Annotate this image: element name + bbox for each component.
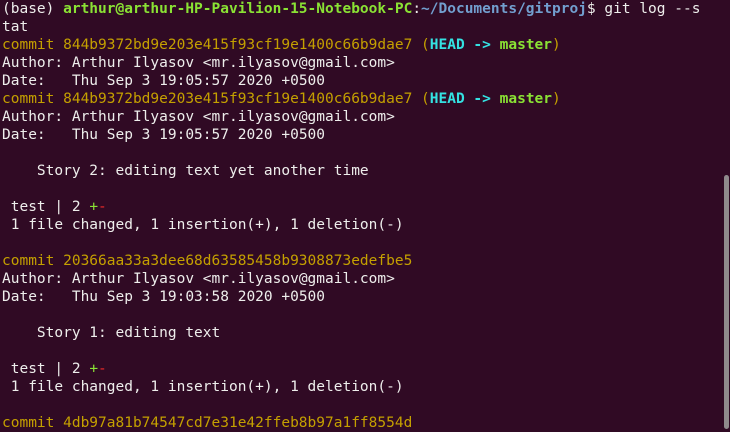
date-line: Date: Thu Sep 3 19:05:57 2020 +0500 xyxy=(0,126,722,144)
commit-hash: 20366aa33a3dee68d63585458b9308873edefbe5 xyxy=(63,253,413,269)
commit-hash: 4db97a81b74547cd7e31e42ffeb8b97a1ff8554d xyxy=(63,415,413,431)
prompt-symbol: $ xyxy=(586,1,605,17)
command-text: git log --s xyxy=(604,1,701,17)
author-line: Author: Arthur Ilyasov <mr.ilyasov@gmail… xyxy=(0,270,722,288)
stat-summary: 1 file changed, 1 insertion(+), 1 deleti… xyxy=(2,379,404,395)
conda-env: (base) xyxy=(2,1,64,17)
head-ref: HEAD -> xyxy=(429,37,500,53)
ref-close: ) xyxy=(552,91,561,107)
date-value: Thu Sep 3 19:05:57 2020 +0500 xyxy=(71,73,326,89)
commit-label: commit xyxy=(2,91,64,107)
branch-ref: master xyxy=(499,91,553,107)
author-value: Arthur Ilyasov <mr.ilyasov@gmail.com> xyxy=(71,271,395,287)
author-value: Arthur Ilyasov <mr.ilyasov@gmail.com> xyxy=(71,109,395,125)
ref-open: ( xyxy=(412,91,430,107)
stat-plus: + xyxy=(89,361,99,377)
commit-line: commit 4db97a81b74547cd7e31e42ffeb8b97a1… xyxy=(0,414,722,432)
commit-label: commit xyxy=(2,253,64,269)
commit-label: commit xyxy=(2,415,64,431)
date-line: Date: Thu Sep 3 19:03:58 2020 +0500 xyxy=(0,288,722,306)
stat-line: test | 2 +- xyxy=(0,198,722,216)
prompt-colon: : xyxy=(412,1,422,17)
prompt-line: (base) arthur@arthur-HP-Pavilion-15-Note… xyxy=(0,0,722,18)
author-label: Author: xyxy=(2,109,72,125)
ref-close: ) xyxy=(552,37,561,53)
date-label: Date: xyxy=(2,127,72,143)
ref-open: ( xyxy=(412,37,430,53)
stat-plus: + xyxy=(89,199,99,215)
commit-line: commit 20366aa33a3dee68d63585458b9308873… xyxy=(0,252,722,270)
scrollbar[interactable] xyxy=(722,0,730,432)
date-label: Date: xyxy=(2,289,72,305)
commit-hash: 844b9372bd9e203e415f93cf19e1400c66b9dae7 xyxy=(63,37,413,53)
prompt-user-host: arthur@arthur-HP-Pavilion-15-Notebook-PC xyxy=(63,1,413,17)
commit-message: Story 2: editing text yet another time xyxy=(2,163,369,179)
date-label: Date: xyxy=(2,73,72,89)
commit-line: commit 844b9372bd9e203e415f93cf19e1400c6… xyxy=(0,36,722,54)
author-label: Author: xyxy=(2,271,72,287)
stat-minus: - xyxy=(98,361,107,377)
author-label: Author: xyxy=(2,55,72,71)
command-wrap-line: tat xyxy=(0,18,722,36)
author-line: Author: Arthur Ilyasov <mr.ilyasov@gmail… xyxy=(0,54,722,72)
stat-minus: - xyxy=(98,199,107,215)
date-value: Thu Sep 3 19:05:57 2020 +0500 xyxy=(71,127,326,143)
prompt-path: ~/Documents/gitproj xyxy=(421,1,587,17)
head-ref: HEAD -> xyxy=(429,91,500,107)
commit-line: commit 844b9372bd9e203e415f93cf19e1400c6… xyxy=(0,90,722,108)
date-value: Thu Sep 3 19:03:58 2020 +0500 xyxy=(71,289,326,305)
scrollbar-thumb[interactable] xyxy=(724,175,729,429)
stat-summary: 1 file changed, 1 insertion(+), 1 deleti… xyxy=(2,217,404,233)
command-text-wrap: tat xyxy=(2,19,29,35)
branch-ref: master xyxy=(499,37,553,53)
stat-line: test | 2 +- xyxy=(0,360,722,378)
author-value: Arthur Ilyasov <mr.ilyasov@gmail.com> xyxy=(71,55,395,71)
stat-file: test | 2 xyxy=(2,199,90,215)
date-line: Date: Thu Sep 3 19:05:57 2020 +0500 xyxy=(0,72,722,90)
author-line: Author: Arthur Ilyasov <mr.ilyasov@gmail… xyxy=(0,108,722,126)
terminal-output[interactable]: (base) arthur@arthur-HP-Pavilion-15-Note… xyxy=(0,0,722,432)
commit-message: Story 1: editing text xyxy=(2,325,221,341)
commit-hash: 844b9372bd9e203e415f93cf19e1400c66b9dae7 xyxy=(63,91,413,107)
commit-label: commit xyxy=(2,37,64,53)
stat-file: test | 2 xyxy=(2,361,90,377)
